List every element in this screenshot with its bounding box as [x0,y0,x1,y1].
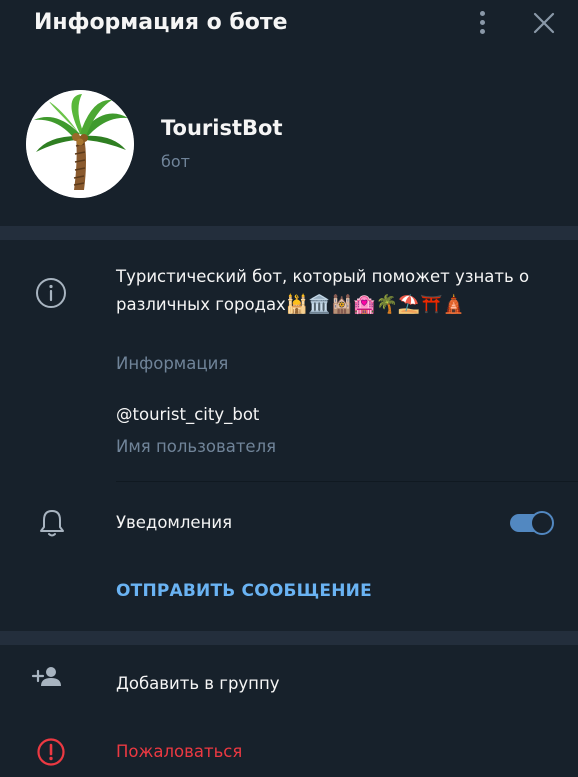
report-icon [36,737,66,767]
palm-tree-avatar[interactable] [26,90,134,198]
username-value[interactable]: @tourist_city_bot [116,403,259,427]
username-label: Имя пользователя [116,437,277,456]
panel-title: Информация о боте [34,10,288,35]
bot-name: TouristBot [161,116,283,140]
panel-header: Информация о боте [0,0,578,48]
description-label: Информация [116,354,229,373]
section-divider [0,226,578,240]
send-message-button[interactable]: ОТПРАВИТЬ СООБЩЕНИЕ [116,578,372,604]
info-icon [34,276,68,310]
close-icon[interactable] [531,10,557,36]
toggle-knob [530,511,554,535]
kebab-menu-icon[interactable] [472,8,494,38]
notifications-toggle[interactable] [510,510,554,536]
bot-type-label: бот [161,152,190,171]
report-button[interactable]: Пожаловаться [116,740,242,764]
add-user-icon [31,664,63,690]
bot-description-emojis: 🕌🏛️🕍🏩🌴⛱️⛩️🛕 [285,294,466,315]
add-to-group-button[interactable]: Добавить в группу [116,672,280,696]
bot-description: Туристический бот, который поможет узнат… [116,263,556,319]
section-divider [0,631,578,645]
bot-info-panel: Информация о боте TouristBot бот Туристи… [0,0,578,777]
notifications-label: Уведомления [116,513,233,532]
bell-icon [38,508,66,538]
row-divider [116,481,578,482]
